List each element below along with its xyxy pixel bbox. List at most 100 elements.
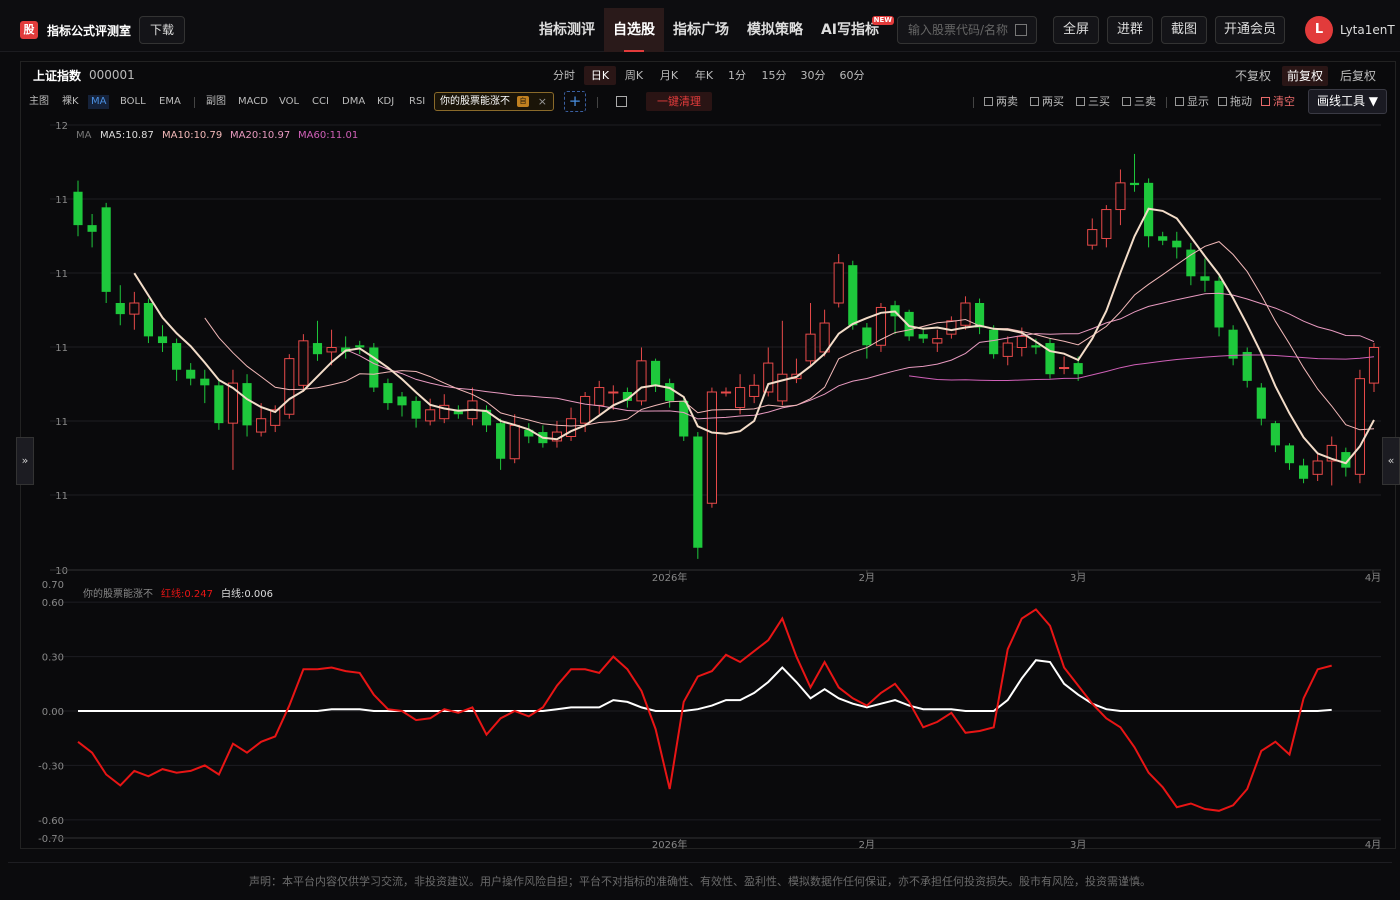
candle-body <box>1073 363 1083 375</box>
chart-area[interactable]: 12 11 11 11 11 11 10 2026年 2月 3月 4月 MA MA5:10.87 MA10… <box>0 0 1400 860</box>
candle-body <box>679 400 689 437</box>
candle-body <box>397 396 407 406</box>
ma-legend-title: MA <box>76 130 92 141</box>
y-tick-label: 0.30 <box>42 653 64 664</box>
candle-body <box>509 424 520 460</box>
y-tick-label: -0.70 <box>38 834 64 845</box>
candle-body <box>720 391 732 394</box>
candle-body <box>1242 351 1252 381</box>
candle-body <box>87 225 97 232</box>
ma10-line <box>204 241 1375 431</box>
candle-body <box>636 360 647 402</box>
candle-body <box>242 383 252 426</box>
candle-body <box>580 395 591 424</box>
candle-body <box>749 384 760 397</box>
y-tick-label: 0.60 <box>42 598 64 609</box>
candle-body <box>805 333 816 362</box>
ma5-line <box>133 207 1375 465</box>
candle-body <box>735 387 746 409</box>
y-tick-label: 0.70 <box>42 580 64 591</box>
candle-body <box>1031 345 1041 348</box>
candle-body <box>960 302 971 326</box>
candle-body <box>129 302 140 315</box>
y-tick-label: 11 <box>55 195 68 206</box>
candle-body <box>693 436 703 548</box>
y-tick-label: 10 <box>55 566 68 577</box>
candle-body <box>383 383 393 404</box>
candle-body <box>496 423 506 459</box>
candle-body <box>1228 329 1238 359</box>
sub-legend-item: 红线:0.247 <box>161 587 213 600</box>
candle-body <box>1298 465 1309 479</box>
ma-legend-item: MA10:10.79 <box>162 130 222 141</box>
white-line <box>78 659 1332 712</box>
candle-body <box>101 207 111 292</box>
candle-body <box>1059 367 1070 370</box>
ma60-line <box>909 354 1375 381</box>
y-tick-label: 11 <box>55 269 68 280</box>
candle-body <box>1354 378 1365 475</box>
sub-legend-item: 白线:0.006 <box>221 587 273 600</box>
candle-body <box>665 383 675 401</box>
candle-body <box>1270 423 1280 446</box>
candle-body <box>425 409 436 422</box>
candle-body <box>833 262 844 304</box>
candle-body <box>1129 182 1140 186</box>
divider <box>8 862 1392 863</box>
candle-body <box>298 340 309 386</box>
candle-body <box>1256 387 1266 419</box>
candle-body <box>1200 276 1210 281</box>
sub-legend-title: 你的股票能涨不 <box>83 587 153 600</box>
y-tick-label: 11 <box>55 491 68 502</box>
candle-body <box>1312 460 1323 475</box>
y-tick-label: -0.30 <box>38 761 64 772</box>
candle-body <box>989 329 999 355</box>
candle-body <box>1087 229 1098 246</box>
candle-body <box>974 303 985 328</box>
candle-body <box>1172 240 1182 248</box>
candle-body <box>650 360 661 386</box>
candle-body <box>1016 335 1027 348</box>
candle-body <box>608 391 619 394</box>
candle-body <box>763 362 774 393</box>
candle-body <box>200 378 210 386</box>
candle-body <box>326 347 337 353</box>
candle-body <box>186 369 196 379</box>
candle-body <box>411 400 421 419</box>
candle-body <box>918 334 928 339</box>
x-tick-label: 3月 <box>1070 839 1086 851</box>
y-tick-label: -0.60 <box>38 816 64 827</box>
ma-legend-item: MA60:11.01 <box>298 130 358 141</box>
candle-body <box>1101 209 1112 239</box>
candle-body <box>73 191 83 226</box>
y-tick-label: 11 <box>55 343 68 354</box>
candle-body <box>284 358 295 415</box>
candle-body <box>932 338 943 344</box>
candle-body <box>777 373 788 402</box>
candle-body <box>1045 343 1055 375</box>
ma-legend-item: MA5:10.87 <box>100 130 154 141</box>
candle-body <box>172 343 182 370</box>
candle-body <box>369 347 379 388</box>
x-tick-label: 4月 <box>1365 839 1381 851</box>
candle-body <box>1186 249 1196 277</box>
y-tick-label: 12 <box>55 121 68 132</box>
candle-body <box>312 343 323 355</box>
candle-body <box>848 265 858 326</box>
candle-body <box>862 327 872 346</box>
candle-body <box>256 418 267 433</box>
disclaimer: 声明：本平台内容仅供学习交流，非投资建议。用户操作风险自担；平台不对指标的准确性… <box>249 875 1151 888</box>
candle-body <box>1115 182 1126 211</box>
candle-body <box>355 345 365 348</box>
candle-body <box>1002 342 1013 357</box>
candle-body <box>157 336 168 344</box>
x-tick-label: 2026年 <box>652 838 687 851</box>
candle-body <box>946 320 957 335</box>
candle-body <box>1284 445 1295 464</box>
candle-body <box>115 303 125 315</box>
candle-body <box>594 387 605 406</box>
y-tick-label: 0.00 <box>42 707 64 718</box>
ma-legend-item: MA20:10.97 <box>230 130 290 141</box>
candle-body <box>214 385 224 424</box>
candle-body <box>1368 347 1380 384</box>
